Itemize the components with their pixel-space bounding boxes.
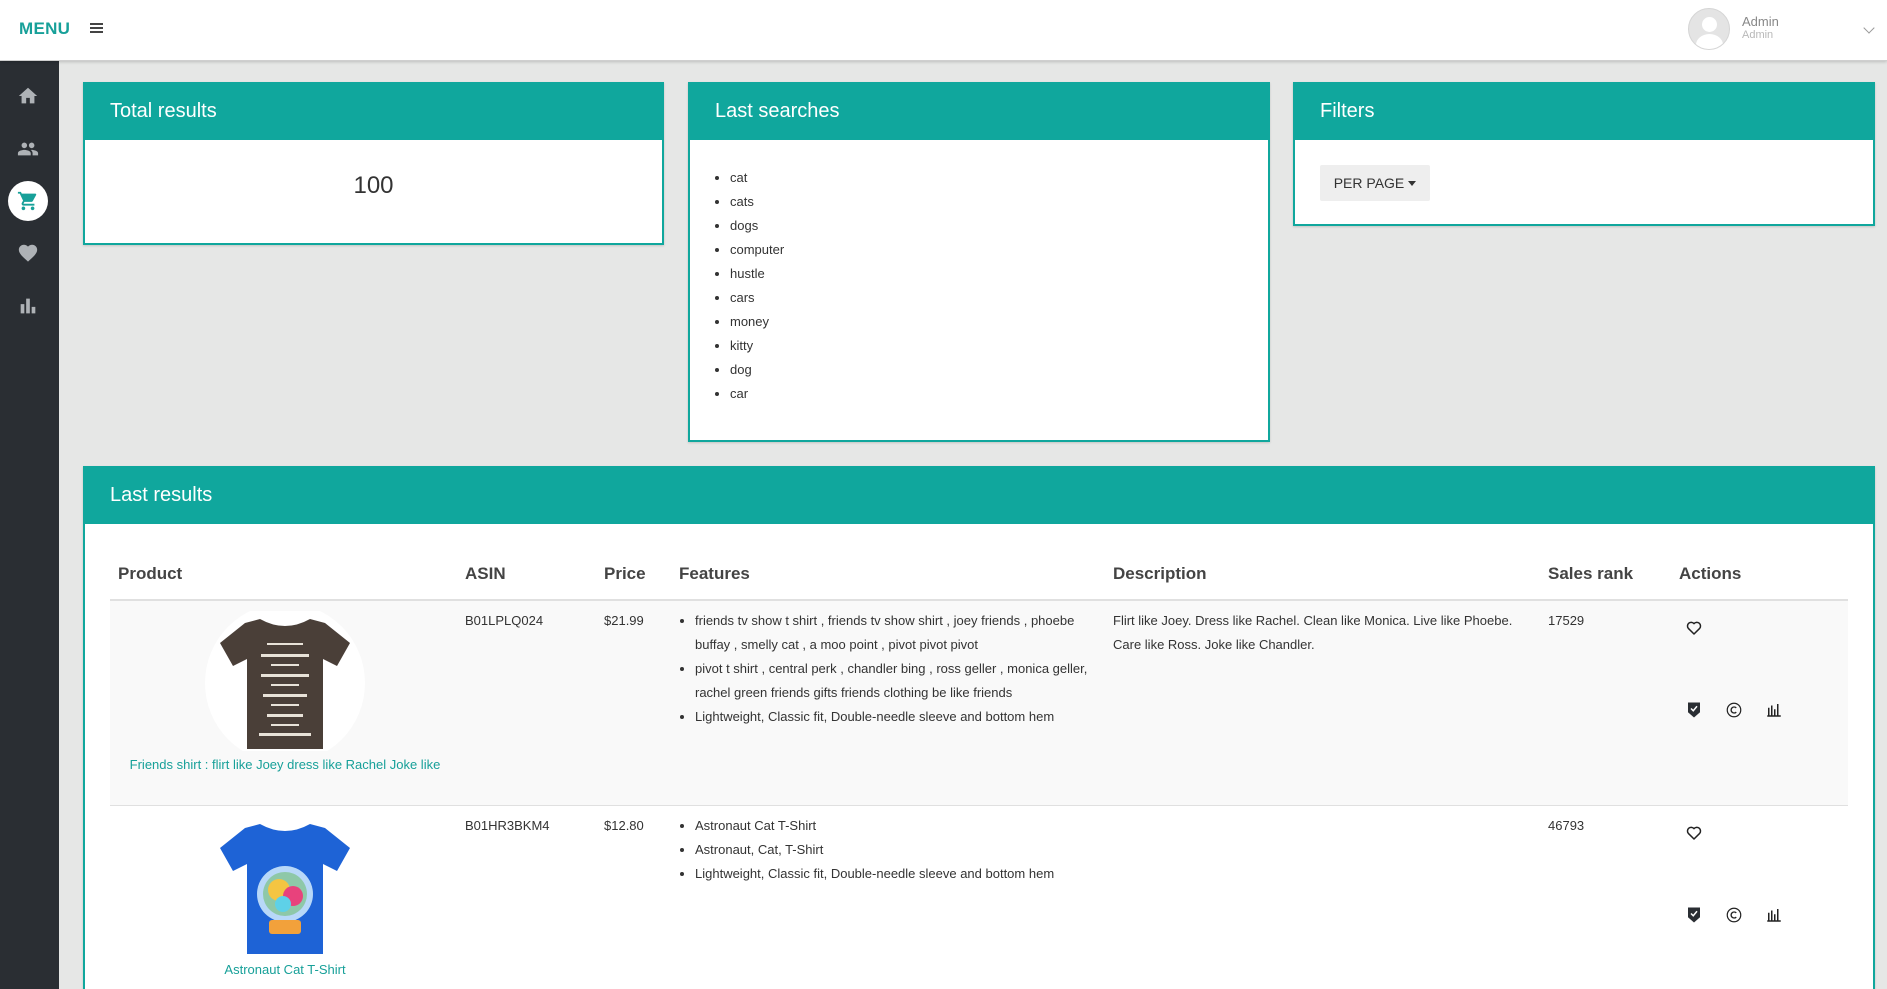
column-header-actions: Actions <box>1679 564 1742 583</box>
column-header-product: Product <box>118 564 183 583</box>
price-value: $12.80 <box>604 818 644 833</box>
search-item[interactable]: car <box>730 382 784 406</box>
column-header-price: Price <box>604 564 646 583</box>
search-item[interactable]: dog <box>730 358 784 382</box>
card-header: Total results <box>85 84 662 140</box>
verified-shield-icon[interactable] <box>1685 906 1703 924</box>
search-item[interactable]: cats <box>730 190 784 214</box>
features-list: Astronaut Cat T-Shirt Astronaut, Cat, T-… <box>679 814 1094 886</box>
table-row: Astronaut Cat T-Shirt B01HR3BKM4 $12.80 … <box>110 806 1848 989</box>
asin-value: B01HR3BKM4 <box>465 818 550 833</box>
card-title: Last results <box>110 484 213 506</box>
column-header-features: Features <box>679 564 750 583</box>
card-header: Filters <box>1295 84 1873 140</box>
bar-chart-icon[interactable] <box>1765 906 1783 924</box>
product-image[interactable] <box>205 611 365 751</box>
chevron-down-icon <box>1863 22 1875 34</box>
search-item[interactable]: cars <box>730 286 784 310</box>
total-results-value: 100 <box>353 172 394 199</box>
sidebar-item-home[interactable] <box>8 76 48 116</box>
feature-item: Lightweight, Classic fit, Double-needle … <box>695 705 1094 729</box>
feature-item: Lightweight, Classic fit, Double-needle … <box>695 862 1094 886</box>
users-icon <box>17 142 39 156</box>
search-item[interactable]: dogs <box>730 214 784 238</box>
last-searches-card: Last searches cat cats dogs computer hus… <box>688 82 1270 442</box>
copyright-icon[interactable] <box>1725 701 1743 719</box>
product-link[interactable]: Astronaut Cat T-Shirt <box>110 962 460 977</box>
sidebar-item-products[interactable] <box>8 181 48 221</box>
heart-icon <box>18 244 38 262</box>
hamburger-menu-icon[interactable] <box>90 20 104 34</box>
top-bar: MENU Admin Admin <box>0 0 1887 61</box>
column-header-asin: ASIN <box>465 564 506 583</box>
card-header: Last searches <box>690 84 1268 140</box>
bar-chart-icon <box>20 298 36 314</box>
sidebar-item-favorites[interactable] <box>8 233 48 273</box>
user-role: Admin <box>1742 29 1774 41</box>
feature-item: Astronaut Cat T-Shirt <box>695 814 1094 838</box>
filters-card: Filters PER PAGE <box>1293 82 1875 226</box>
column-header-sales-rank: Sales rank <box>1548 564 1634 583</box>
features-list: friends tv show t shirt , friends tv sho… <box>679 609 1094 729</box>
caret-down-icon <box>1408 180 1417 186</box>
card-title: Total results <box>110 100 217 122</box>
product-link[interactable]: Friends shirt : flirt like Joey dress li… <box>110 757 460 772</box>
search-item[interactable]: hustle <box>730 262 784 286</box>
asin-value: B01LPLQ024 <box>465 613 544 628</box>
search-item[interactable]: money <box>730 310 784 334</box>
sidebar-item-users[interactable] <box>8 129 48 169</box>
sidebar <box>0 61 59 989</box>
last-results-card: Last results Product ASIN Price Features… <box>83 466 1875 989</box>
home-icon <box>18 87 38 104</box>
total-results-card: Total results 100 <box>83 82 664 245</box>
column-header-description: Description <box>1113 564 1207 583</box>
table-row: Friends shirt : flirt like Joey dress li… <box>110 601 1848 805</box>
per-page-dropdown[interactable]: PER PAGE <box>1320 165 1430 201</box>
search-item[interactable]: kitty <box>730 334 784 358</box>
feature-item: friends tv show t shirt , friends tv sho… <box>695 609 1094 657</box>
search-item[interactable]: computer <box>730 238 784 262</box>
feature-item: Astronaut, Cat, T-Shirt <box>695 838 1094 862</box>
favorite-heart-icon[interactable] <box>1685 824 1703 842</box>
favorite-heart-icon[interactable] <box>1685 619 1703 637</box>
menu-label: MENU <box>19 19 71 38</box>
card-title: Last searches <box>715 100 840 122</box>
per-page-label: PER PAGE <box>1333 175 1405 191</box>
card-title: Filters <box>1320 100 1375 122</box>
bar-chart-icon[interactable] <box>1765 701 1783 719</box>
description-text: Flirt like Joey. Dress like Rachel. Clea… <box>1113 613 1513 652</box>
feature-item: pivot t shirt , central perk , chandler … <box>695 657 1094 705</box>
price-value: $21.99 <box>604 613 644 628</box>
sales-rank-value: 17529 <box>1548 613 1585 628</box>
user-name: Admin <box>1742 14 1779 29</box>
avatar <box>1688 8 1730 50</box>
product-image[interactable] <box>205 816 365 956</box>
search-list: cat cats dogs computer hustle cars money… <box>730 166 784 406</box>
verified-shield-icon[interactable] <box>1685 701 1703 719</box>
copyright-icon[interactable] <box>1725 906 1743 924</box>
user-menu[interactable]: Admin Admin <box>1688 8 1878 52</box>
sidebar-item-stats[interactable] <box>8 286 48 326</box>
sales-rank-value: 46793 <box>1548 818 1585 833</box>
search-item[interactable]: cat <box>730 166 784 190</box>
cart-icon <box>17 191 37 211</box>
card-header: Last results <box>85 468 1873 524</box>
